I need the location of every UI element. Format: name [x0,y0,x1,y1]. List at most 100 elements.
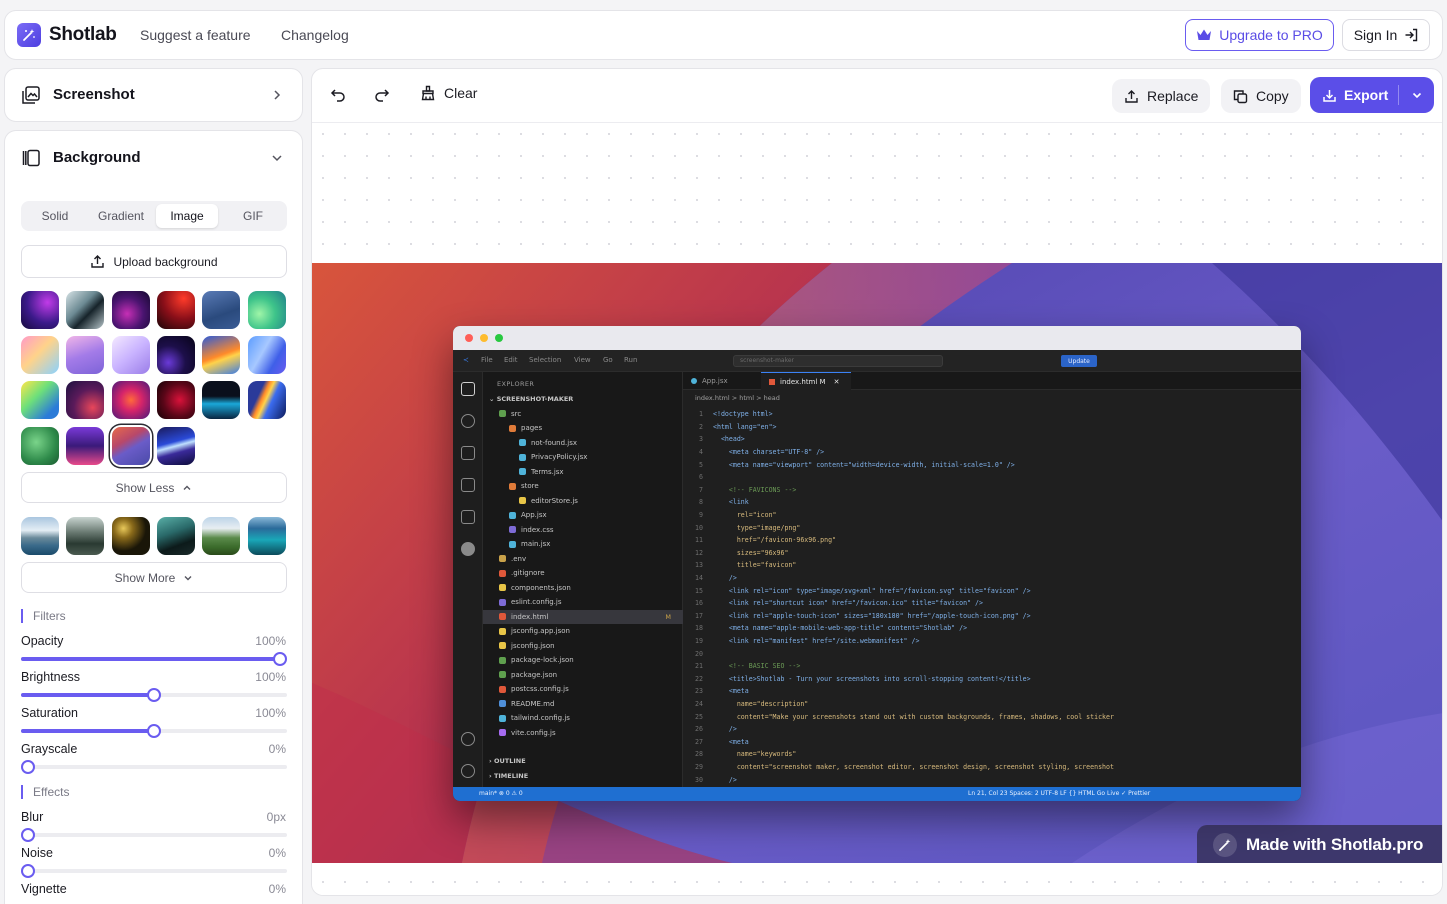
line-number: 24 [695,699,703,708]
shotlab-logo-icon [1213,832,1237,857]
vscode-search: screenshot-maker [733,355,943,367]
bg-thumb[interactable] [248,381,286,419]
code-line: 9 rel="icon" [683,509,1301,522]
search-icon [461,414,475,428]
photo-thumb[interactable] [112,517,150,555]
screenshot-stage[interactable]: ≺ File Edit Selection View Go Run screen… [312,263,1442,863]
show-more-button[interactable]: Show More [21,562,287,593]
file-tree-item: tailwind.config.js [483,711,683,726]
brand-name[interactable]: Shotlab [49,24,117,46]
bg-thumb[interactable] [202,291,240,329]
chevron-down-icon[interactable] [271,152,283,164]
shotlab-logo-icon[interactable] [17,23,41,47]
photo-thumb[interactable] [21,517,59,555]
redo-icon[interactable] [374,87,390,103]
bg-thumb[interactable] [157,336,195,374]
bg-thumb[interactable] [66,381,104,419]
tab-solid[interactable]: Solid [25,204,85,228]
slider-handle[interactable] [147,724,161,738]
copy-button[interactable]: Copy [1221,79,1301,113]
code-line: 2 <html lang="en"> [683,421,1301,434]
screenshot-section[interactable]: Screenshot [4,68,303,122]
bg-thumb[interactable] [21,381,59,419]
line-number: 26 [695,725,703,734]
file-tree-item: jsconfig.json [483,639,683,654]
code-text: <!doctype html> [713,410,773,419]
bg-thumb[interactable] [66,291,104,329]
noise-slider[interactable] [21,864,287,878]
bg-thumb[interactable] [157,427,195,465]
sign-in-button[interactable]: Sign In [1342,19,1430,51]
file-name: eslint.config.js [511,598,562,607]
slider-handle[interactable] [147,688,161,702]
file-type-icon [499,642,506,650]
bg-thumb[interactable] [21,336,59,374]
suggest-feature-link[interactable]: Suggest a feature [140,27,251,43]
file-name: package.json [511,670,558,679]
code-lines: 1 <!doctype html> 2 <html lang="en"> 3 <head… [683,408,1301,786]
run-debug-icon [461,478,475,492]
code-text: name="keywords" [713,750,797,759]
upgrade-pro-button[interactable]: Upgrade to PRO [1185,19,1334,51]
tab-gradient[interactable]: Gradient [91,204,151,228]
bg-thumb[interactable] [112,291,150,329]
tab-image[interactable]: Image [156,204,218,228]
blur-slider[interactable] [21,828,287,842]
bg-thumb[interactable] [112,381,150,419]
file-name: tailwind.config.js [511,714,570,723]
upload-background-button[interactable]: Upload background [21,245,287,278]
file-type-icon [499,656,506,664]
code-line: 17 <link rel="apple-touch-icon" sizes="1… [683,610,1301,623]
file-tree-item: .env [483,552,683,567]
bg-thumb[interactable] [202,336,240,374]
file-tree-item: PrivacyPolicy.jsx [483,450,683,465]
slider-handle[interactable] [21,828,35,842]
export-label: Export [1344,87,1389,103]
show-less-button[interactable]: Show Less [21,472,287,503]
export-options-chevron-icon[interactable] [1399,89,1434,101]
brightness-slider[interactable] [21,688,287,702]
changelog-link[interactable]: Changelog [281,27,349,43]
photo-thumb[interactable] [248,517,286,555]
photo-thumb[interactable] [157,517,195,555]
vscode-menu-item: Run [624,356,638,364]
bg-thumb[interactable] [248,291,286,329]
slider-handle[interactable] [21,864,35,878]
file-tree-item: components.json [483,581,683,596]
bg-thumb-selected[interactable] [112,427,150,465]
grayscale-slider[interactable] [21,760,287,774]
bg-thumb[interactable] [157,291,195,329]
replace-button[interactable]: Replace [1112,79,1211,113]
clear-button[interactable]: Clear [420,85,477,101]
photo-thumb[interactable] [66,517,104,555]
line-number: 8 [699,498,703,507]
editor-panel: Clear Replace Copy Export ≺ File Edit Se… [311,68,1443,896]
bg-thumb[interactable] [248,336,286,374]
background-title[interactable]: Background [53,149,141,166]
file-type-icon [519,453,526,461]
file-tree-item: package-lock.json [483,653,683,668]
tab-gif[interactable]: GIF [223,204,283,228]
slider-handle[interactable] [21,760,35,774]
bg-thumb[interactable] [66,427,104,465]
opacity-slider[interactable] [21,652,287,666]
opacity-label: Opacity [21,634,64,648]
bg-thumb[interactable] [21,291,59,329]
bg-thumb[interactable] [202,381,240,419]
bg-thumb[interactable] [157,381,195,419]
code-text: content="screenshot maker, screenshot ed… [713,762,1114,771]
file-tree-item: README.md [483,697,683,712]
photo-thumb[interactable] [202,517,240,555]
code-line: 24 name="description" [683,698,1301,711]
saturation-slider[interactable] [21,724,287,738]
export-button[interactable]: Export [1310,77,1434,113]
code-line: 19 <link rel="manifest" href="/site.webm… [683,635,1301,648]
line-number: 7 [699,485,703,494]
bg-thumb[interactable] [112,336,150,374]
line-number: 15 [695,586,703,595]
bg-thumb[interactable] [21,427,59,465]
slider-handle[interactable] [273,652,287,666]
bg-thumb[interactable] [66,336,104,374]
copy-icon [1233,89,1248,104]
undo-icon[interactable] [330,87,346,103]
